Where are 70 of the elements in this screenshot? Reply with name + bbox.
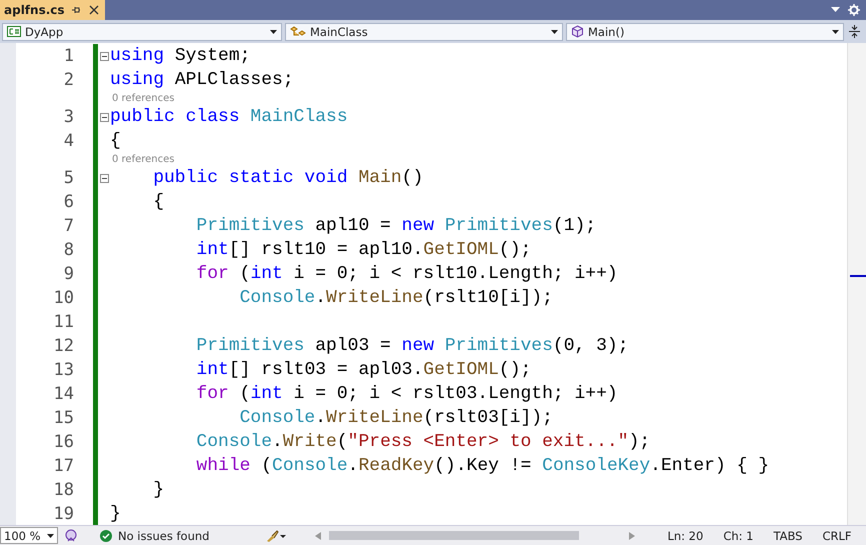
- code-line: int[] rslt03 = apl03.GetIOML();: [195, 360, 532, 380]
- collapse-icon[interactable]: [100, 174, 108, 182]
- code-line: Primitives apl03 = new Primitives(0, 3);: [195, 336, 629, 356]
- close-icon[interactable]: [88, 5, 99, 15]
- code-line: int[] rslt10 = apl10.GetIOML();: [195, 240, 532, 260]
- caret-icon: [551, 30, 558, 34]
- project-dropdown[interactable]: DyApp: [2, 22, 282, 40]
- code-line: for (int i = 0; i < rslt03.Length; i++): [195, 384, 618, 404]
- code-line: public class MainClass: [110, 107, 348, 127]
- scrollbar-thumb[interactable]: [329, 531, 580, 540]
- check-icon: [100, 530, 112, 542]
- member-dropdown[interactable]: Main(): [566, 22, 844, 40]
- class-icon: [290, 26, 306, 38]
- code-line: while (Console.ReadKey().Key != ConsoleKey.Enter) { }: [195, 456, 769, 476]
- caret-icon: [832, 30, 839, 34]
- horizontal-scrollbar[interactable]: [315, 531, 636, 540]
- caret-icon: [270, 30, 277, 34]
- code-line: {: [152, 192, 164, 212]
- references-lens[interactable]: 0 references: [112, 154, 174, 165]
- references-lens[interactable]: 0 references: [112, 93, 174, 104]
- line-number: 6: [62, 192, 74, 212]
- code-line: public static void Main(): [152, 168, 424, 188]
- issues-status[interactable]: No issues found: [118, 528, 210, 542]
- code-line: Console.Write("Press <Enter> to exit...");: [195, 432, 650, 452]
- code-line: using APLClasses;: [110, 70, 294, 90]
- line-number: 10: [52, 288, 74, 308]
- collapse-icon[interactable]: [100, 112, 108, 122]
- zoom-dropdown[interactable]: 100 %: [0, 527, 58, 544]
- line-number: 13: [52, 360, 74, 380]
- line-ending-indicator[interactable]: CRLF: [822, 528, 852, 542]
- caret-icon: [47, 534, 54, 538]
- indent-indicator[interactable]: TABS: [773, 528, 802, 542]
- cube-icon: [571, 25, 584, 38]
- collapse-icon[interactable]: [100, 52, 108, 60]
- tab-label: aplfns.cs: [4, 3, 65, 17]
- code-line: }: [152, 480, 164, 500]
- column-indicator[interactable]: Ch: 1: [723, 528, 754, 542]
- code-line: Primitives apl10 = new Primitives(1);: [195, 216, 596, 236]
- line-number: 2: [62, 70, 74, 90]
- line-number: 17: [52, 456, 74, 476]
- dropdown-icon[interactable]: [831, 7, 840, 13]
- brush-icon[interactable]: [265, 530, 288, 542]
- csharp-project-icon: [7, 26, 21, 37]
- line-number: 1: [62, 46, 74, 66]
- line-number: 15: [52, 408, 74, 428]
- line-number: 19: [52, 504, 74, 524]
- line-number: 9: [62, 264, 74, 284]
- line-indicator[interactable]: Ln: 20: [667, 528, 704, 542]
- code-line: }: [110, 504, 121, 524]
- health-icon[interactable]: [64, 528, 78, 542]
- code-line: for (int i = 0; i < rslt10.Length; i++): [195, 264, 618, 284]
- line-number: 7: [62, 216, 74, 236]
- code-line: using System;: [110, 46, 250, 66]
- file-tab[interactable]: aplfns.cs: [0, 0, 105, 20]
- line-number: 16: [52, 432, 74, 452]
- line-number: 5: [62, 168, 74, 188]
- line-number: 11: [52, 312, 74, 332]
- line-number: 14: [52, 384, 74, 404]
- line-number: 3: [62, 107, 74, 127]
- code-line: {: [110, 131, 121, 151]
- line-number: 8: [62, 240, 74, 260]
- line-number: 18: [52, 480, 74, 500]
- pin-icon[interactable]: [70, 5, 81, 15]
- code-line: Console.WriteLine(rslt10[i]);: [238, 288, 553, 308]
- code-line: Console.WriteLine(rslt03[i]);: [238, 408, 553, 428]
- line-number: 4: [62, 131, 74, 151]
- settings-icon[interactable]: [848, 4, 860, 16]
- class-dropdown[interactable]: MainClass: [285, 22, 563, 40]
- line-number: 12: [52, 336, 74, 356]
- split-icon[interactable]: [849, 25, 860, 38]
